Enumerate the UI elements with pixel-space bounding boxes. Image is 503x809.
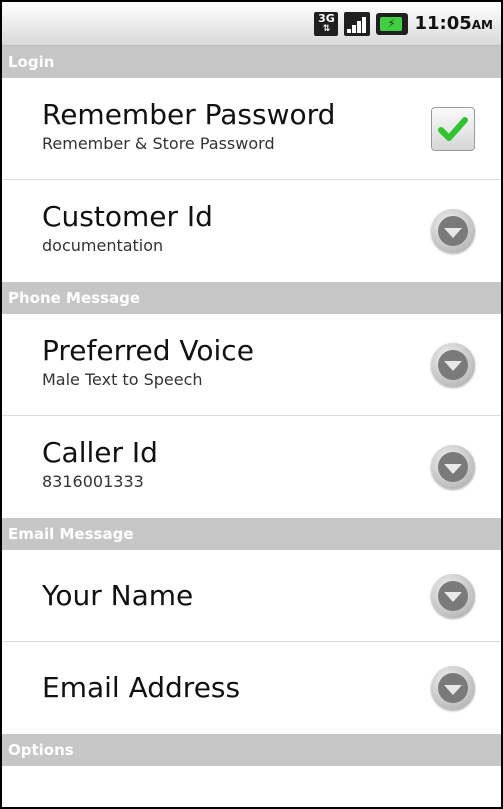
pref-title: Email Address — [42, 671, 241, 704]
section-header-phone-message: Phone Message — [2, 282, 501, 314]
dropdown-arrow-icon[interactable] — [431, 342, 475, 387]
battery-charging-icon: ⚡ — [376, 12, 409, 35]
status-bar: 3G ⇅ ⚡ 11:05AM — [2, 2, 501, 46]
pref-remember-password[interactable]: Remember Password Remember & Store Passw… — [2, 78, 501, 180]
pref-customer-id[interactable]: Customer Id documentation — [2, 180, 501, 282]
pref-preferred-voice[interactable]: Preferred Voice Male Text to Speech — [2, 314, 501, 416]
network-3g-icon: 3G ⇅ — [314, 11, 339, 36]
clock-ampm: AM — [471, 18, 493, 32]
dropdown-arrow-icon[interactable] — [431, 209, 475, 253]
pref-your-name[interactable]: Your Name — [2, 550, 501, 642]
clock-time: 11:05 — [414, 13, 472, 34]
section-header-login: Login — [2, 46, 501, 78]
dropdown-arrow-icon[interactable] — [431, 573, 475, 618]
dropdown-arrow-icon[interactable] — [431, 666, 475, 710]
remember-password-checkbox[interactable] — [431, 106, 475, 151]
signal-strength-icon — [344, 11, 371, 36]
section-header-email-message: Email Message — [2, 518, 501, 550]
dropdown-arrow-icon[interactable] — [431, 445, 475, 489]
pref-title: Your Name — [42, 578, 194, 612]
checkmark-icon — [438, 116, 468, 141]
battery-charge-symbol: ⚡ — [380, 16, 403, 31]
clock: 11:05AM — [414, 13, 493, 34]
phone-screen: 3G ⇅ ⚡ 11:05AM Login Remember Password R… — [0, 0, 503, 809]
section-header-options: Options — [2, 734, 501, 766]
pref-caller-id[interactable]: Caller Id 8316001333 — [2, 416, 501, 518]
pref-email-address[interactable]: Email Address — [2, 642, 501, 734]
network-type-label: 3G — [318, 11, 335, 25]
